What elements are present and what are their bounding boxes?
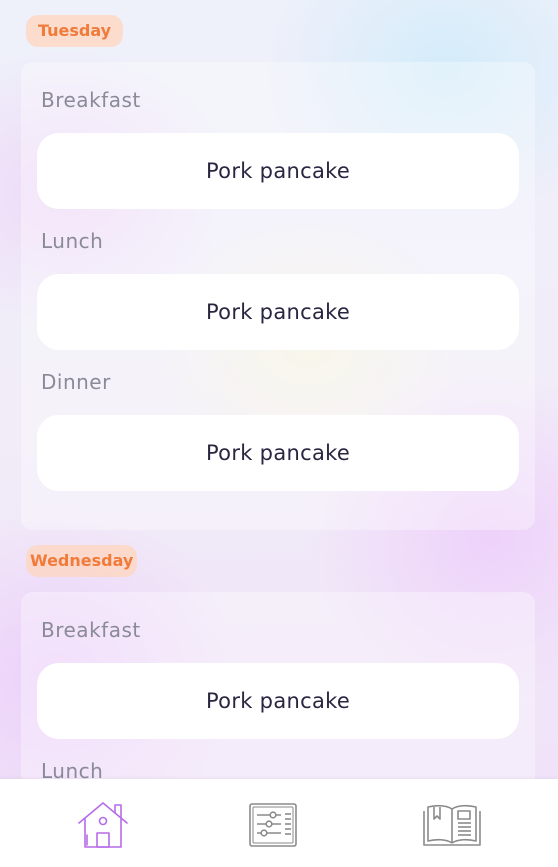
book-icon bbox=[423, 804, 481, 846]
meal-dish: Pork pancake bbox=[205, 689, 351, 713]
sliders-icon bbox=[249, 803, 297, 847]
day-card-tuesday: Breakfast Pork pancake Lunch Pork pancak… bbox=[21, 62, 535, 530]
meal-button-lunch[interactable]: Pork pancake bbox=[37, 274, 519, 350]
meal-label-lunch: Lunch bbox=[41, 229, 104, 253]
meal-button-breakfast[interactable]: Pork pancake bbox=[37, 663, 519, 739]
meal-button-breakfast[interactable]: Pork pancake bbox=[37, 133, 519, 209]
meal-button-dinner[interactable]: Pork pancake bbox=[37, 415, 519, 491]
meal-label-breakfast: Breakfast bbox=[41, 88, 141, 112]
tab-recipes[interactable] bbox=[422, 797, 482, 853]
meal-dish: Pork pancake bbox=[205, 300, 351, 324]
meal-label-dinner: Dinner bbox=[41, 370, 111, 394]
bottom-tab-bar bbox=[0, 779, 558, 867]
meal-label-lunch: Lunch bbox=[41, 759, 104, 779]
meal-plan-list[interactable]: Tuesday Breakfast Pork pancake Lunch Por… bbox=[0, 0, 558, 779]
day-badge-tuesday: Tuesday bbox=[26, 15, 124, 47]
meal-dish: Pork pancake bbox=[205, 159, 351, 183]
home-icon bbox=[78, 802, 128, 848]
meal-dish: Pork pancake bbox=[205, 441, 351, 465]
tab-settings[interactable] bbox=[243, 797, 303, 853]
day-label: Tuesday bbox=[38, 21, 112, 40]
day-badge-wednesday: Wednesday bbox=[26, 545, 138, 577]
day-label: Wednesday bbox=[30, 551, 134, 570]
meal-label-breakfast: Breakfast bbox=[41, 618, 141, 642]
day-card-wednesday: Breakfast Pork pancake Lunch bbox=[21, 592, 535, 779]
tab-home[interactable] bbox=[73, 797, 133, 853]
